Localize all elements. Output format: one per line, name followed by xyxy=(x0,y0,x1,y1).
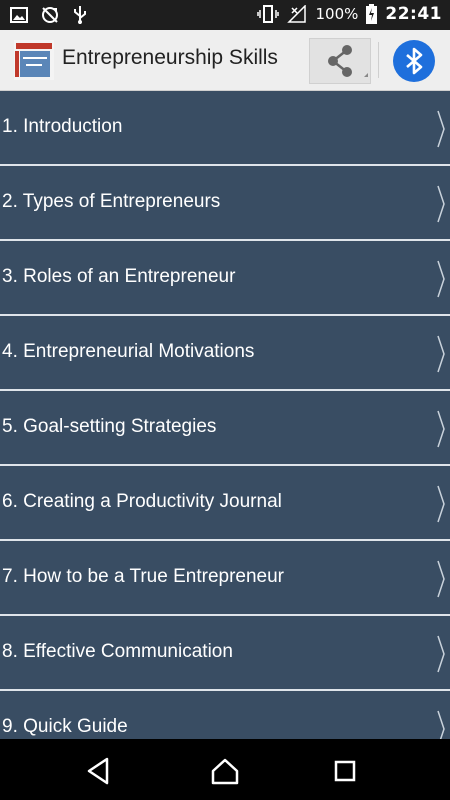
app-bar: Entrepreneurship Skills xyxy=(0,30,450,91)
list-item[interactable]: 7. How to be a True Entrepreneur xyxy=(0,541,450,616)
list-item-label: 9. Quick Guide xyxy=(2,716,128,737)
chapter-list: 1. Introduction 2. Types of Entrepreneur… xyxy=(0,91,450,739)
sync-off-icon xyxy=(42,7,58,23)
list-item[interactable]: 3. Roles of an Entrepreneur xyxy=(0,241,450,316)
list-item-label: 3. Roles of an Entrepreneur xyxy=(2,266,236,287)
list-item-label: 8. Effective Communication xyxy=(2,641,233,662)
share-button[interactable] xyxy=(309,38,371,84)
vibrate-icon xyxy=(257,5,280,23)
chevron-right-icon xyxy=(437,335,445,373)
chevron-right-icon xyxy=(437,560,445,598)
no-signal-icon xyxy=(287,5,307,23)
chevron-right-icon xyxy=(437,710,445,739)
list-item[interactable]: 6. Creating a Productivity Journal xyxy=(0,466,450,541)
status-time: 22:41 xyxy=(385,4,442,24)
bluetooth-icon xyxy=(406,47,423,75)
chevron-right-icon xyxy=(437,185,445,223)
battery-percent: 100% xyxy=(315,5,359,23)
bluetooth-button[interactable] xyxy=(393,40,435,82)
list-item[interactable]: 9. Quick Guide xyxy=(0,691,450,739)
chevron-right-icon xyxy=(437,635,445,673)
list-item-label: 5. Goal-setting Strategies xyxy=(2,416,217,437)
share-icon xyxy=(328,45,368,77)
list-item-label: 6. Creating a Productivity Journal xyxy=(2,491,282,512)
list-item[interactable]: 8. Effective Communication xyxy=(0,616,450,691)
list-item-label: 1. Introduction xyxy=(2,116,123,137)
app-bar-divider xyxy=(378,42,379,78)
chevron-right-icon xyxy=(437,485,445,523)
status-left-icons xyxy=(10,5,88,25)
list-item[interactable]: 1. Introduction xyxy=(0,91,450,166)
list-item-label: 2. Types of Entrepreneurs xyxy=(2,191,221,212)
list-item-label: 7. How to be a True Entrepreneur xyxy=(2,566,284,587)
app-logo xyxy=(14,40,54,80)
chevron-right-icon xyxy=(437,110,445,148)
chevron-right-icon xyxy=(437,410,445,448)
list-item-label: 4. Entrepreneurial Motivations xyxy=(2,341,255,362)
chevron-right-icon xyxy=(437,260,445,298)
recents-icon[interactable] xyxy=(329,755,361,787)
system-nav-bar xyxy=(0,740,450,800)
list-item[interactable]: 4. Entrepreneurial Motivations xyxy=(0,316,450,391)
list-item[interactable]: 2. Types of Entrepreneurs xyxy=(0,166,450,241)
app-title: Entrepreneurship Skills xyxy=(62,46,278,69)
image-icon xyxy=(10,7,28,23)
usb-icon xyxy=(74,6,86,24)
list-item[interactable]: 5. Goal-setting Strategies xyxy=(0,391,450,466)
back-icon[interactable] xyxy=(83,755,115,787)
status-bar: 100% 22:41 xyxy=(0,0,450,30)
status-right-icons: 100% 22:41 xyxy=(257,4,442,24)
home-icon[interactable] xyxy=(209,755,241,787)
battery-charging-icon xyxy=(366,4,378,24)
